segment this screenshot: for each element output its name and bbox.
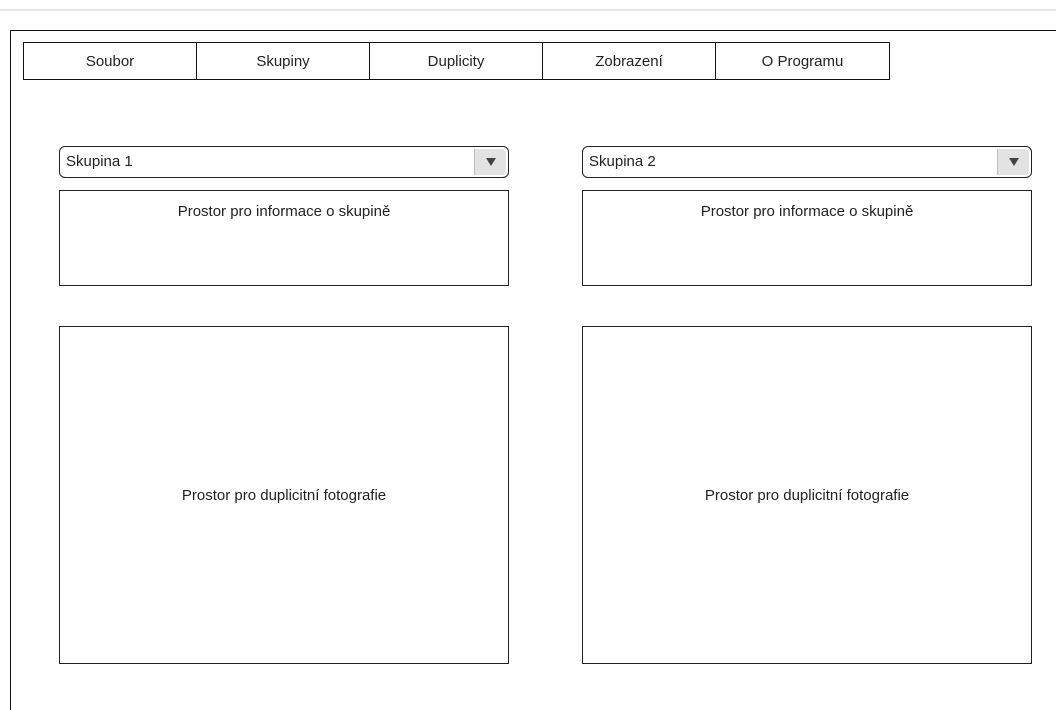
menu-bar: Soubor Skupiny Duplicity Zobrazení O Pro… <box>23 42 890 80</box>
menu-item-o-programu[interactable]: O Programu <box>716 43 889 79</box>
window-top-strip <box>0 0 1056 11</box>
left-group-info-area: Prostor pro informace o skupině <box>59 190 509 286</box>
left-duplicate-photos-area: Prostor pro duplicitní fotografie <box>59 326 509 664</box>
right-group-info-label: Prostor pro informace o skupině <box>700 203 914 220</box>
left-group-select-dropdown-button[interactable] <box>474 149 506 175</box>
left-group-select[interactable]: Skupina 1 <box>59 146 509 178</box>
right-duplicate-photos-label: Prostor pro duplicitní fotografie <box>704 486 910 504</box>
menu-item-zobrazeni[interactable]: Zobrazení <box>543 43 716 79</box>
left-duplicate-photos-label: Prostor pro duplicitní fotografie <box>181 486 387 504</box>
right-duplicate-photos-area: Prostor pro duplicitní fotografie <box>582 326 1032 664</box>
menu-item-soubor[interactable]: Soubor <box>24 43 197 79</box>
right-group-select-value: Skupina 2 <box>589 153 656 170</box>
triangle-down-icon <box>1008 158 1019 166</box>
right-group-info-area: Prostor pro informace o skupině <box>582 190 1032 286</box>
left-group-select-value: Skupina 1 <box>66 153 133 170</box>
right-group-select-dropdown-button[interactable] <box>997 149 1029 175</box>
menu-item-skupiny[interactable]: Skupiny <box>197 43 370 79</box>
left-group-info-label: Prostor pro informace o skupině <box>177 203 391 220</box>
triangle-down-icon <box>485 158 496 166</box>
right-group-select[interactable]: Skupina 2 <box>582 146 1032 178</box>
menu-item-duplicity[interactable]: Duplicity <box>370 43 543 79</box>
